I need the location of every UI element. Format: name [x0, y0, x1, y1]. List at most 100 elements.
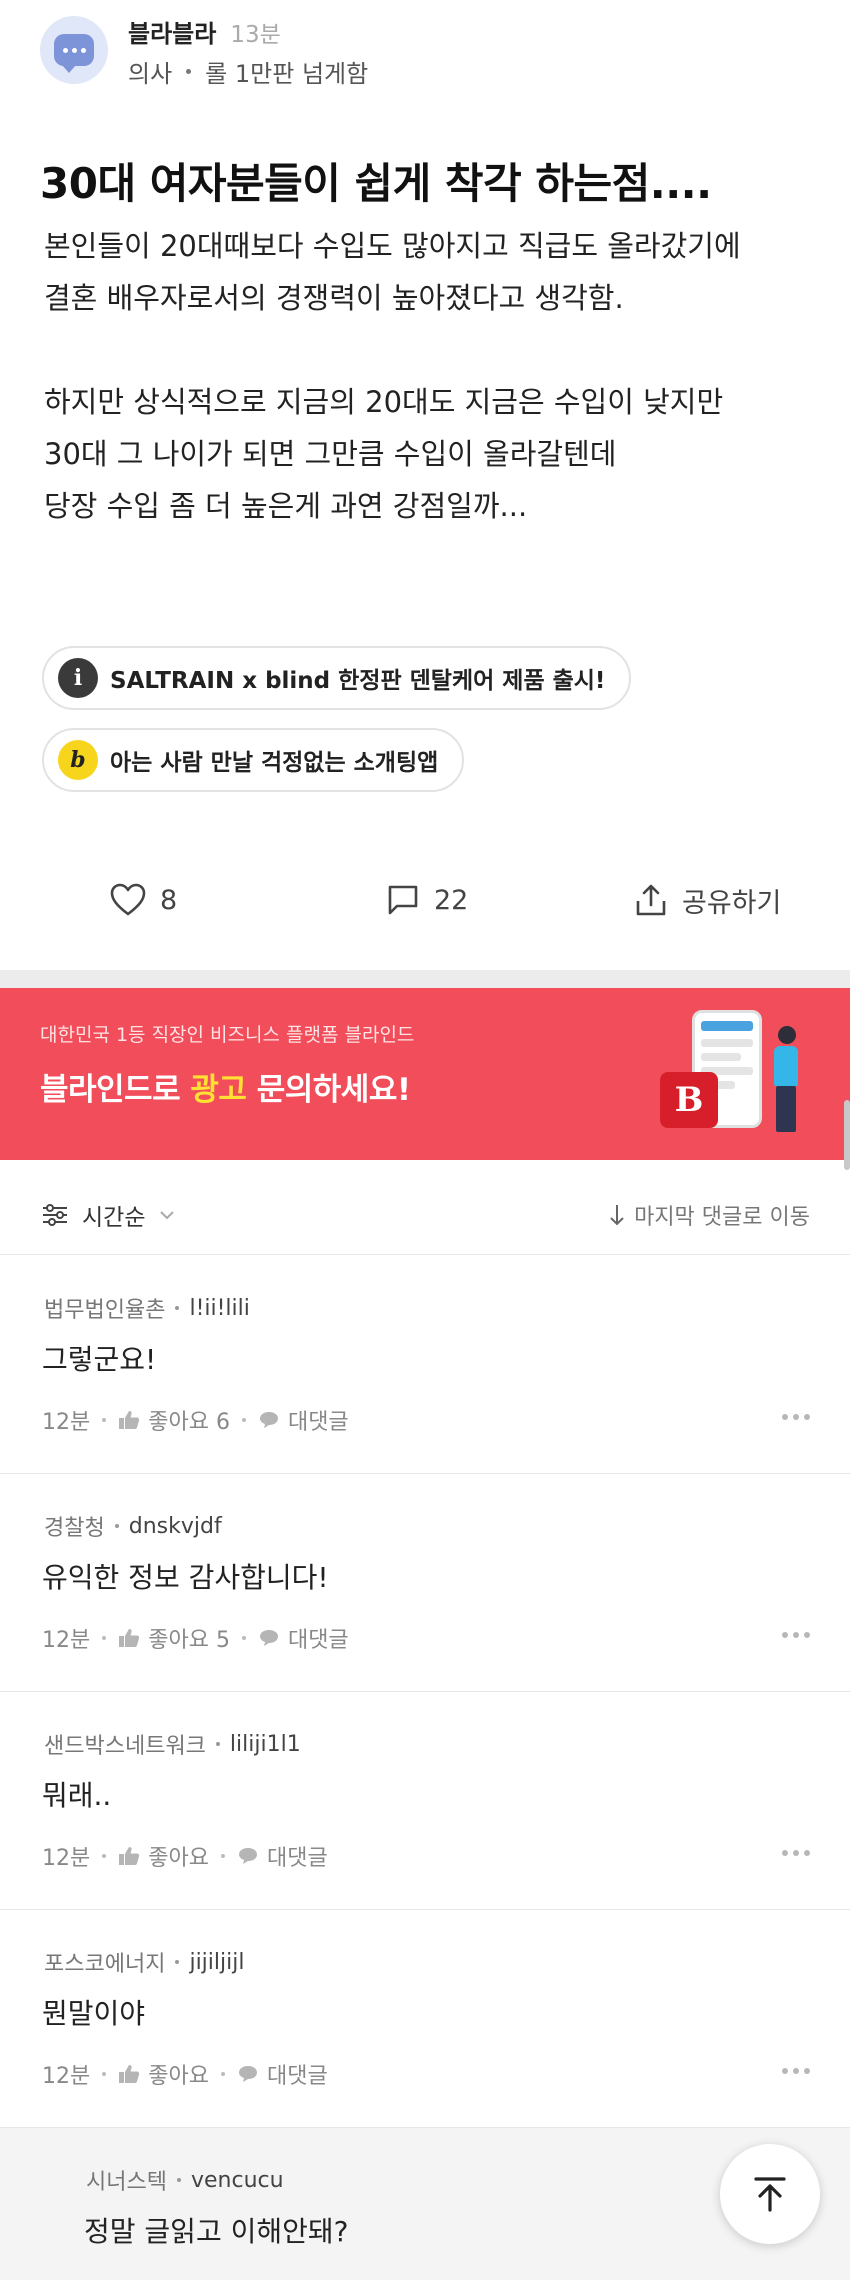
comment-author: 샌드박스네트워크 liliji1l1	[44, 1728, 301, 1760]
arrow-down-icon	[610, 1205, 624, 1226]
author-avatar[interactable]	[40, 16, 108, 84]
post-topic[interactable]: 롤 1만판 넘게함	[205, 54, 368, 89]
comment-reply-button[interactable]: 대댓글	[237, 2058, 328, 2090]
person-illustration	[778, 1026, 796, 1044]
comment-text: 정말 글읽고 이해안돼?	[84, 2215, 349, 2248]
comment-time: 12분	[42, 1628, 91, 1653]
post-body-line: 하지만 상식적으로 지금의 20대도 지금은 수입이 낮지만	[44, 385, 724, 419]
comment-like-button[interactable]: 좋아요 6	[118, 1404, 230, 1436]
comment-company: 경찰청	[44, 1516, 105, 1541]
post-time: 13분	[230, 22, 281, 48]
comment-author: 시너스텍 vencucu	[86, 2164, 284, 2196]
comment-nickname[interactable]: l!ii!lili	[189, 1296, 249, 1321]
ad-title: 블라인드로 광고 문의하세요!	[40, 1072, 411, 1108]
promo-chip-saltrain[interactable]: i SALTRAIN x blind 한정판 덴탈케어 제품 출시!	[42, 646, 632, 710]
share-icon	[636, 884, 666, 916]
comment-like-button[interactable]: 좋아요	[118, 2058, 209, 2090]
more-options-icon[interactable]	[782, 1632, 810, 1638]
scrollbar-thumb[interactable]	[844, 1100, 850, 1170]
comment-company: 샌드박스네트워크	[44, 1734, 206, 1759]
comment-time: 12분	[42, 1846, 91, 1871]
comment-reply-button[interactable]: 대댓글	[258, 1622, 349, 1654]
comment-like-button[interactable]: 좋아요 5	[118, 1622, 230, 1654]
post-body-line: 30대 그 나이가 되면 그만큼 수입이 올라갈텐데	[44, 437, 617, 471]
share-button[interactable]: 공유하기	[634, 860, 781, 940]
info-icon: i	[58, 658, 98, 698]
comment-footer: 12분 좋아요 5 대댓글	[42, 1622, 349, 1654]
comment-author: 경찰청 dnskvjdf	[44, 1510, 222, 1542]
chat-bubble-icon	[54, 34, 94, 73]
speech-bubble-icon	[238, 2066, 257, 2082]
comment-company: 법무법인율촌	[44, 1298, 166, 1323]
sort-label: 시간순	[82, 1205, 146, 1231]
speech-bubble-icon	[238, 1848, 257, 1864]
author-company: 의사	[128, 60, 173, 88]
comment-footer: 12분 좋아요 대댓글	[42, 1840, 328, 1872]
jump-label: 마지막 댓글로 이동	[634, 1205, 810, 1230]
ad-subtitle: 대한민국 1등 직장인 비즈니스 플랫폼 블라인드	[40, 1024, 415, 1046]
comment-footer: 12분 좋아요 대댓글	[42, 2058, 328, 2090]
promo-chip-label: 아는 사람 만날 걱정없는 소개팅앱	[110, 750, 439, 776]
comment-text: 뭐래..	[42, 1779, 112, 1812]
like-count: 8	[160, 884, 178, 916]
thumbs-up-icon	[119, 2065, 140, 2083]
comment-nickname[interactable]: jijiljijl	[189, 1950, 244, 1975]
blind-logo: B	[660, 1072, 718, 1128]
more-options-icon[interactable]	[782, 1850, 810, 1856]
comment-button[interactable]: 22	[386, 860, 468, 940]
thumbs-up-icon	[119, 1847, 140, 1865]
post-body-line: 본인들이 20대때보다 수입도 많아지고 직급도 올라갔기에	[44, 229, 741, 263]
comment-like-button[interactable]: 좋아요	[118, 1840, 209, 1872]
b-badge-icon: b	[58, 740, 98, 780]
author-meta: 의사 롤 1만판 넘게함	[128, 54, 368, 89]
speech-bubble-icon	[259, 1412, 278, 1428]
comment-footer: 12분 좋아요 6 대댓글	[42, 1404, 349, 1436]
comment-company: 시너스텍	[86, 2170, 167, 2195]
comment-time: 12분	[42, 2064, 91, 2089]
post-title: 30대 여자분들이 쉽게 착각 하는점....	[40, 159, 712, 208]
comment-text: 유익한 정보 감사합니다!	[42, 1561, 329, 1594]
thumbs-up-icon	[119, 1629, 140, 1647]
comment-text: 뭔말이야	[42, 1997, 146, 2030]
comment-item: 법무법인율촌 l!ii!lili 그렇군요! 12분 좋아요 6 대댓글	[0, 1256, 850, 1474]
comment-item: 포스코에너지 jijiljijl 뭔말이야 12분 좋아요 대댓글	[0, 1910, 850, 2128]
meta-separator	[186, 69, 192, 74]
comment-item: 샌드박스네트워크 liliji1l1 뭐래.. 12분 좋아요 대댓글	[0, 1692, 850, 1910]
post-action-bar: 8 22 공유하기	[0, 860, 850, 940]
post-body-line: 결혼 배우자로서의 경쟁력이 높아졌다고 생각함.	[44, 281, 624, 315]
speech-bubble-icon	[259, 1630, 278, 1646]
comment-nickname[interactable]: dnskvjdf	[129, 1514, 222, 1539]
like-button[interactable]: 8	[110, 860, 177, 940]
jump-to-last-comment[interactable]: 마지막 댓글로 이동	[608, 1175, 810, 1255]
sort-dropdown[interactable]: 시간순	[42, 1175, 175, 1255]
comment-reply-button[interactable]: 대댓글	[237, 1840, 328, 1872]
comment-sort-bar: 시간순 마지막 댓글로 이동	[0, 1175, 850, 1255]
more-options-icon[interactable]	[782, 2068, 810, 2074]
comment-item: 경찰청 dnskvjdf 유익한 정보 감사합니다! 12분 좋아요 5 대댓글	[0, 1474, 850, 1692]
author-name[interactable]: 블라블라	[128, 14, 216, 49]
promo-chip-dating-app[interactable]: b 아는 사람 만날 걱정없는 소개팅앱	[42, 728, 465, 792]
arrow-up-to-top-icon	[754, 2177, 786, 2212]
thumbs-up-icon	[119, 1411, 140, 1429]
comment-nickname[interactable]: liliji1l1	[230, 1732, 301, 1757]
comment-reply-button[interactable]: 대댓글	[258, 1404, 349, 1436]
comment-icon	[388, 885, 418, 915]
ad-banner[interactable]: 대한민국 1등 직장인 비즈니스 플랫폼 블라인드 블라인드로 광고 문의하세요…	[0, 988, 850, 1160]
promo-chip-label: SALTRAIN x blind 한정판 덴탈케어 제품 출시!	[110, 668, 606, 694]
heart-icon	[110, 883, 146, 916]
comment-nickname[interactable]: vencucu	[191, 2168, 284, 2193]
post-header: 블라블라 13분 의사 롤 1만판 넘게함	[40, 14, 810, 94]
filter-sliders-icon	[43, 1204, 67, 1226]
share-label: 공유하기	[682, 887, 782, 919]
comment-author: 포스코에너지 jijiljijl	[44, 1946, 244, 1978]
author-row: 블라블라 13분	[128, 14, 281, 49]
chevron-down-icon	[160, 1211, 175, 1220]
scroll-to-top-button[interactable]	[720, 2144, 820, 2244]
comment-count: 22	[434, 884, 469, 916]
post-body-line: 당장 수입 좀 더 높은게 과연 강점일까...	[44, 489, 528, 523]
section-divider	[0, 970, 850, 988]
comment-time: 12분	[42, 1410, 91, 1435]
more-options-icon[interactable]	[782, 1414, 810, 1420]
post-body: 본인들이 20대때보다 수입도 많아지고 직급도 올라갔기에 결혼 배우자로서의…	[44, 220, 824, 532]
